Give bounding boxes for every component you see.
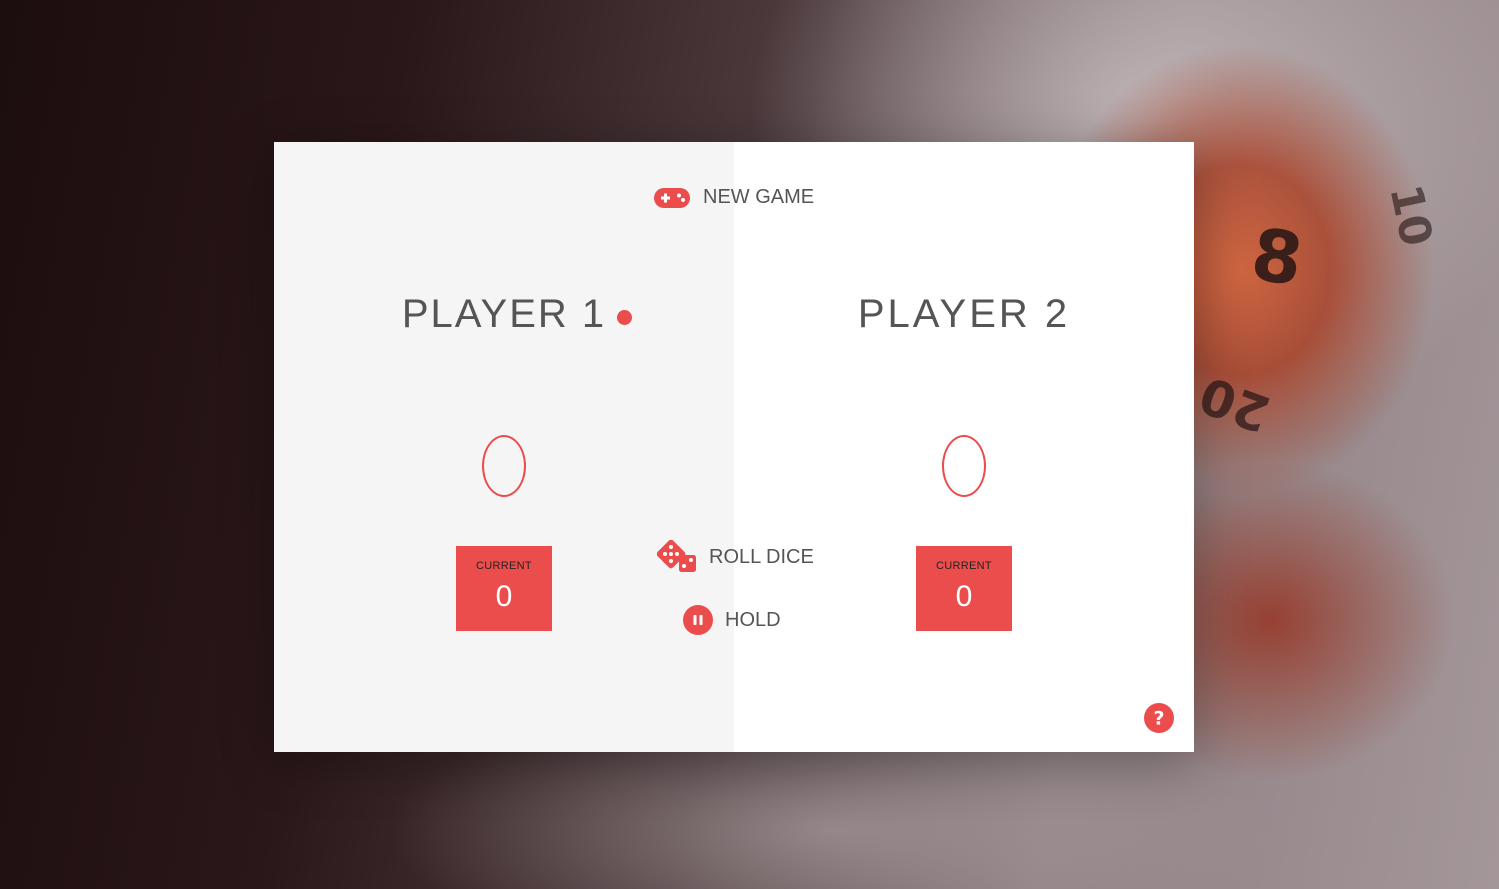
player-1-score: 0: [274, 364, 734, 497]
new-game-button[interactable]: NEW GAME: [653, 186, 814, 209]
player-2-score-value: 0: [942, 435, 986, 497]
player-1-current-score: 0: [495, 580, 513, 613]
player-2-current-label: CURRENT: [936, 560, 992, 572]
new-game-label: NEW GAME: [703, 186, 815, 208]
player-1-name: PLAYER 1: [401, 292, 607, 336]
game-panel: PLAYER 1 0 CURRENT 0 PLAYER 2 0 CURRENT …: [274, 142, 1194, 752]
player-2-panel: PLAYER 2 0 CURRENT 0: [734, 142, 1194, 752]
hold-label: HOLD: [725, 608, 781, 631]
gamepad-icon: [653, 187, 691, 209]
roll-dice-label: ROLL DICE: [709, 545, 814, 568]
player-1-panel: PLAYER 1 0 CURRENT 0: [274, 142, 734, 752]
player-1-score-value: 0: [482, 435, 526, 497]
question-icon[interactable]: ?: [1144, 703, 1174, 733]
player-2-current-box: CURRENT 0: [916, 546, 1012, 631]
background-die-number: 10: [1379, 180, 1442, 251]
active-player-indicator: [617, 310, 632, 325]
background-die-number: 8: [1246, 211, 1308, 303]
svg-text:?: ?: [1153, 708, 1164, 730]
background-die-number: 20: [1192, 364, 1278, 444]
hold-button[interactable]: HOLD: [683, 605, 781, 635]
player-2-score: 0: [734, 364, 1194, 497]
player-2-name: PLAYER 2: [857, 292, 1071, 336]
player-1-current-label: CURRENT: [476, 560, 532, 572]
dice-icon: [657, 540, 697, 574]
player-2-current-score: 0: [955, 580, 973, 613]
roll-dice-button[interactable]: ROLL DICE: [657, 540, 814, 574]
pause-icon: [683, 605, 713, 635]
player-1-current-box: CURRENT 0: [456, 546, 552, 631]
